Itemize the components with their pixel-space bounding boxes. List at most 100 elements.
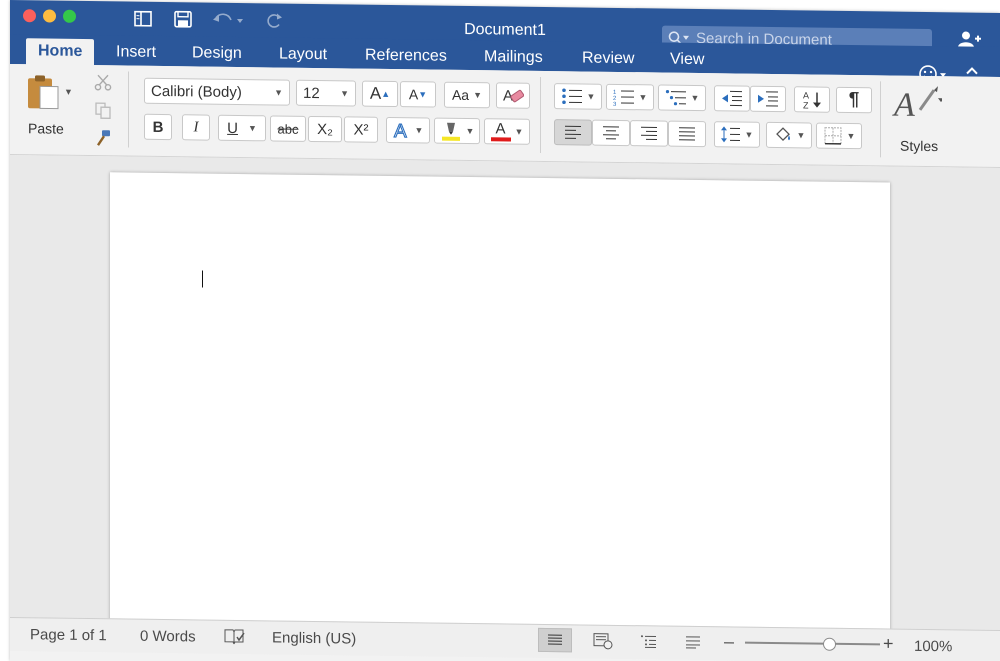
- text-effects-button[interactable]: A ▼: [386, 116, 430, 144]
- text-effects-icon: A: [393, 120, 407, 140]
- subscript-button[interactable]: X₂: [308, 115, 342, 143]
- tab-review[interactable]: Review: [582, 49, 634, 68]
- save-button[interactable]: [170, 8, 196, 30]
- zoom-in-button[interactable]: +: [883, 633, 894, 654]
- italic-button[interactable]: I: [182, 114, 210, 141]
- font-color-letter: A: [495, 119, 506, 137]
- grow-font-button[interactable]: A ▲: [362, 80, 398, 108]
- word-count[interactable]: 0 Words: [140, 628, 196, 646]
- document-title: Document1: [464, 20, 546, 40]
- shrink-font-button[interactable]: A ▼: [400, 81, 436, 108]
- bullet-list-icon: [561, 88, 582, 105]
- format-painter-button[interactable]: [90, 125, 116, 151]
- triangle-down-icon: ▼: [418, 89, 428, 100]
- zoom-out-button[interactable]: –: [724, 631, 734, 652]
- paste-button[interactable]: ▼ Paste: [24, 72, 78, 145]
- collapse-ribbon-button[interactable]: [965, 66, 979, 76]
- font-size-value: 12: [303, 84, 320, 102]
- shading-button[interactable]: ▼: [766, 121, 812, 149]
- sort-button[interactable]: AZ: [794, 86, 830, 113]
- shrink-font-letter: A: [408, 86, 419, 103]
- align-right-icon: [641, 126, 657, 140]
- tab-insert[interactable]: Insert: [116, 43, 156, 62]
- zoom-slider[interactable]: [745, 637, 880, 651]
- borders-button[interactable]: ▼: [816, 122, 862, 150]
- language-indicator[interactable]: English (US): [272, 629, 356, 647]
- chevron-down-icon: ▼: [796, 130, 806, 141]
- redo-icon: [267, 13, 282, 28]
- home-ribbon: ▼ Paste Calibri (Body) ▼ 12 ▼ A ▲ A ▼ Aa ▼: [10, 64, 1000, 168]
- chevron-down-icon: ▼: [414, 125, 424, 136]
- show-formatting-marks-button[interactable]: ¶: [836, 86, 872, 114]
- draft-icon: [686, 636, 700, 649]
- zoom-slider-thumb[interactable]: [823, 637, 837, 651]
- grow-font-letter: A: [369, 83, 382, 103]
- highlight-button[interactable]: ▼: [434, 117, 480, 145]
- document-page[interactable]: [110, 172, 890, 643]
- bold-button[interactable]: B: [144, 113, 172, 141]
- svg-text:3: 3: [613, 102, 617, 106]
- tab-references[interactable]: References: [365, 47, 447, 66]
- increase-indent-button[interactable]: [750, 85, 786, 113]
- undo-icon: [213, 13, 243, 24]
- zoom-percentage[interactable]: 100%: [914, 638, 952, 656]
- increase-indent-icon: [758, 91, 778, 107]
- document-canvas: [10, 155, 1000, 643]
- zoom-window-button[interactable]: [63, 9, 76, 23]
- tab-view[interactable]: View: [670, 51, 704, 69]
- align-right-button[interactable]: [630, 120, 668, 147]
- sidebar-toggle-button[interactable]: [130, 8, 156, 30]
- justify-button[interactable]: [668, 120, 706, 148]
- styles-button[interactable]: A Styles: [890, 82, 950, 161]
- underline-button[interactable]: U ▼: [218, 114, 266, 142]
- multilevel-list-button[interactable]: ▼: [658, 84, 706, 112]
- font-color-button[interactable]: A ▼: [484, 118, 530, 145]
- ribbon-divider: [540, 76, 541, 153]
- clear-formatting-button[interactable]: A: [496, 82, 530, 109]
- cut-button[interactable]: [90, 69, 116, 95]
- undo-button[interactable]: [206, 9, 250, 32]
- proofing-book-icon: [224, 629, 245, 645]
- paint-bucket-icon: [775, 127, 790, 142]
- justify-icon: [679, 127, 695, 141]
- bullets-button[interactable]: ▼: [554, 83, 602, 110]
- numbering-button[interactable]: 1 2 3 ▼: [606, 83, 654, 111]
- chevron-down-icon: ▼: [473, 90, 483, 101]
- superscript-button[interactable]: X²: [344, 116, 378, 143]
- font-color-swatch: [490, 136, 511, 142]
- decrease-indent-button[interactable]: [714, 85, 750, 112]
- font-size-select[interactable]: 12 ▼: [296, 79, 356, 107]
- redo-button[interactable]: [262, 9, 286, 31]
- change-case-letters: Aa: [451, 86, 470, 104]
- copy-button[interactable]: [90, 97, 116, 123]
- align-left-button[interactable]: [554, 119, 592, 146]
- draft-view-button[interactable]: [676, 630, 710, 654]
- tab-layout[interactable]: Layout: [279, 46, 327, 65]
- change-case-button[interactable]: Aa ▼: [444, 81, 490, 109]
- paste-options-caret[interactable]: ▼: [64, 87, 73, 97]
- align-center-button[interactable]: [592, 119, 630, 147]
- close-window-button[interactable]: [23, 9, 36, 23]
- ribbon-divider: [128, 71, 129, 148]
- web-layout-view-button[interactable]: [586, 629, 620, 653]
- borders-icon: [824, 127, 842, 145]
- tab-design[interactable]: Design: [192, 44, 242, 63]
- sort-az-icon: AZ: [803, 90, 821, 110]
- outline-view-button[interactable]: [632, 629, 666, 653]
- font-name-select[interactable]: Calibri (Body) ▼: [144, 77, 290, 106]
- line-spacing-button[interactable]: ▼: [714, 121, 760, 148]
- proofing-button[interactable]: [224, 628, 246, 646]
- strikethrough-button[interactable]: abc: [270, 115, 306, 142]
- numbered-list-icon: 123: [613, 90, 634, 106]
- font-name-value: Calibri (Body): [151, 82, 242, 101]
- underline-letter: U: [227, 119, 238, 137]
- tab-mailings[interactable]: Mailings: [484, 48, 543, 67]
- paste-icon: [28, 75, 59, 110]
- save-icon: [174, 10, 192, 28]
- page-count[interactable]: Page 1 of 1: [30, 626, 107, 644]
- print-layout-view-button[interactable]: [538, 627, 572, 653]
- styles-label: Styles: [900, 137, 939, 155]
- highlighter-icon: [441, 122, 460, 141]
- styles-icon: A: [892, 86, 942, 124]
- minimize-window-button[interactable]: [43, 9, 56, 23]
